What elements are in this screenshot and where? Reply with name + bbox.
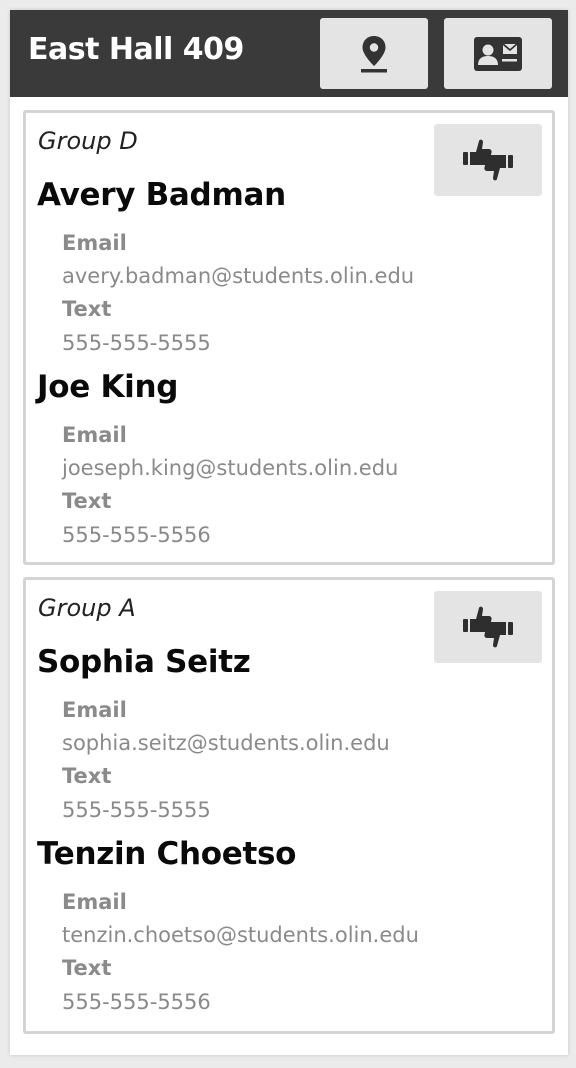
group-card: Group A Sophia Seitz Email sophia.seitz@…	[23, 577, 555, 1034]
location-button[interactable]	[320, 18, 428, 89]
member-name: Sophia Seitz	[37, 644, 251, 680]
thumbs-up-down-icon	[462, 137, 514, 183]
group-card: Group D Avery Badman Email avery.badman@…	[23, 110, 555, 565]
email-value[interactable]: joeseph.king@students.olin.edu	[62, 456, 398, 480]
location-pin-icon	[361, 35, 387, 73]
email-value[interactable]: avery.badman@students.olin.edu	[62, 264, 414, 288]
member-name: Tenzin Choetso	[37, 836, 297, 872]
phone-value[interactable]: 555-555-5555	[62, 798, 211, 822]
text-label: Text	[62, 489, 112, 513]
phone-value[interactable]: 555-555-5556	[62, 990, 211, 1014]
contact-card-button[interactable]	[444, 18, 552, 89]
room-panel: East Hall 409 Group D Avery Badman Email…	[10, 10, 568, 1055]
vote-button[interactable]	[434, 591, 542, 663]
contact-card-icon	[474, 36, 522, 71]
group-label: Group A	[38, 594, 136, 622]
thumbs-up-down-icon	[462, 604, 514, 650]
phone-value[interactable]: 555-555-5555	[62, 331, 211, 355]
page-title: East Hall 409	[28, 32, 244, 67]
header-bar: East Hall 409	[10, 10, 568, 97]
phone-value[interactable]: 555-555-5556	[62, 523, 211, 547]
email-label: Email	[62, 890, 127, 914]
text-label: Text	[62, 956, 112, 980]
email-value[interactable]: tenzin.choetso@students.olin.edu	[62, 923, 419, 947]
member-name: Joe King	[37, 369, 179, 405]
text-label: Text	[62, 297, 112, 321]
email-label: Email	[62, 231, 127, 255]
vote-button[interactable]	[434, 124, 542, 196]
member-name: Avery Badman	[37, 177, 286, 213]
text-label: Text	[62, 764, 112, 788]
email-value[interactable]: sophia.seitz@students.olin.edu	[62, 731, 390, 755]
email-label: Email	[62, 698, 127, 722]
group-label: Group D	[38, 127, 138, 155]
email-label: Email	[62, 423, 127, 447]
